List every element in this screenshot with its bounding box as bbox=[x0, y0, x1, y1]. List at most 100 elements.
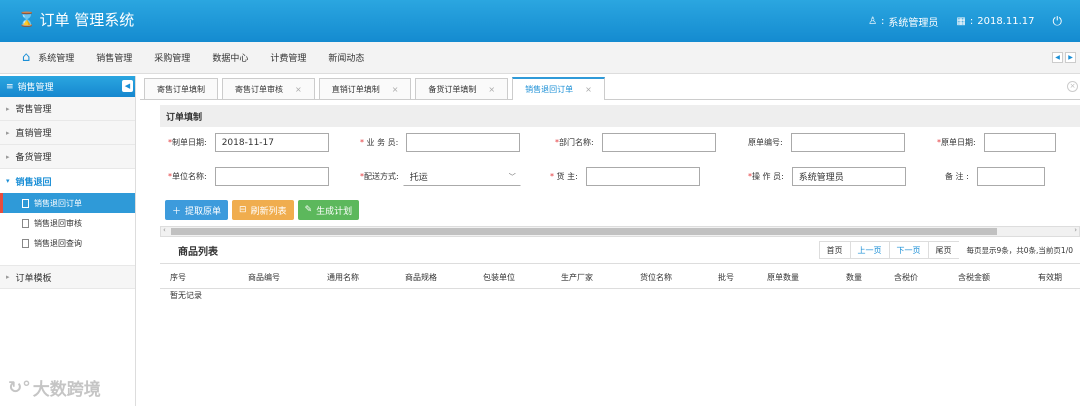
file-icon bbox=[22, 198, 29, 208]
column-header[interactable]: 批号 bbox=[718, 272, 734, 283]
scroll-left-icon[interactable]: ‹ bbox=[163, 226, 166, 234]
delivery-field: *配送方式: 托运 ﹀ bbox=[360, 167, 521, 186]
orig-no-input[interactable] bbox=[790, 133, 905, 152]
page-prev-button[interactable]: 上一页 bbox=[849, 241, 890, 259]
department-field: *部门名称: bbox=[555, 133, 716, 152]
nav-item-system[interactable]: 系统管理 bbox=[38, 51, 74, 64]
home-icon[interactable]: ⌂ bbox=[22, 50, 30, 65]
column-header[interactable]: 原单数量 bbox=[767, 272, 799, 283]
app-logo: ⌛ 订单 管理系统 bbox=[18, 9, 134, 30]
list-header: 商品列表 首页 上一页 下一页 尾页 每页显示9条，共0条,当前页1/0 bbox=[160, 237, 1080, 263]
sidebar-subitem-return-query[interactable]: 销售退回查询 bbox=[0, 233, 135, 253]
calendar-icon: ▦ bbox=[956, 15, 966, 27]
column-header[interactable]: 商品规格 bbox=[405, 272, 437, 283]
column-header[interactable]: 含税价 bbox=[894, 272, 918, 283]
close-all-tabs-icon[interactable]: × bbox=[1067, 81, 1078, 92]
salesman-input[interactable] bbox=[406, 133, 521, 152]
tab-stock-fill[interactable]: 备货订单填制 × bbox=[415, 78, 509, 99]
hourglass-icon: ⌛ bbox=[18, 11, 36, 28]
nav-item-sales[interactable]: 销售管理 bbox=[96, 51, 132, 64]
nav-scroll-left-icon[interactable]: ◀ bbox=[1052, 52, 1063, 63]
tab-bar: 寄售订单填制 寄售订单审核 × 直销订单填制 × 备货订单填制 × 销售退回订单… bbox=[140, 76, 1080, 100]
column-header[interactable]: 商品编号 bbox=[248, 272, 280, 283]
nav-item-billing[interactable]: 计费管理 bbox=[270, 51, 306, 64]
column-header[interactable]: 序号 bbox=[170, 272, 186, 283]
sidebar-item-order-template[interactable]: ▸ 订单模板 bbox=[0, 265, 135, 289]
fetch-original-button[interactable]: ＋ 提取原单 bbox=[165, 200, 229, 220]
sidebar-item-sales-return[interactable]: ▾ 销售退回 bbox=[0, 169, 135, 193]
page-next-button[interactable]: 下一页 bbox=[888, 241, 929, 259]
main-content: 订单填制 *制单日期: 2018-11-17 * 业 务 员: *部门名称: 原… bbox=[160, 105, 1080, 406]
owner-input[interactable] bbox=[585, 167, 700, 186]
generate-plan-button[interactable]: ✎ 生成计划 bbox=[297, 200, 360, 220]
column-header[interactable]: 通用名称 bbox=[327, 272, 359, 283]
close-icon[interactable]: × bbox=[585, 85, 592, 94]
sidebar-title: 销售管理 bbox=[17, 83, 54, 93]
watermark-logo-icon: ↻° bbox=[8, 377, 31, 398]
page-first-button[interactable]: 首页 bbox=[818, 241, 851, 259]
form-row-2: *单位名称: *配送方式: 托运 ﹀ * 货 主: *操 作 员: 系统管理员 … bbox=[160, 161, 1080, 195]
unit-name-input[interactable] bbox=[214, 167, 329, 186]
collapse-sidebar-icon[interactable]: ◀ bbox=[122, 80, 133, 92]
chevron-down-icon: ▾ bbox=[6, 177, 10, 185]
horizontal-scrollbar[interactable]: ‹ › bbox=[160, 226, 1080, 237]
nav-item-news[interactable]: 新闻动态 bbox=[328, 51, 364, 64]
refresh-list-button[interactable]: ⊟ 刷新列表 bbox=[232, 200, 294, 220]
operator-input[interactable]: 系统管理员 bbox=[791, 167, 906, 186]
order-date-input[interactable]: 2018-11-17 bbox=[214, 133, 329, 152]
column-header[interactable]: 含税金额 bbox=[958, 272, 990, 283]
top-nav: ⌂ 系统管理 销售管理 采购管理 数据中心 计费管理 新闻动态 ◀ ▶ bbox=[0, 42, 1080, 74]
column-header[interactable]: 包装单位 bbox=[483, 272, 515, 283]
user-icon: ♙ bbox=[868, 15, 878, 27]
watermark: ↻° 大数跨境 bbox=[8, 377, 101, 401]
table-header: 序号 商品编号 通用名称 商品规格 包装单位 生产厂家 货位名称 批号 原单数量… bbox=[160, 263, 1080, 289]
current-user[interactable]: ♙ : 系统管理员 bbox=[868, 14, 938, 29]
sidebar-item-stock[interactable]: ▸ 备货管理 bbox=[0, 145, 135, 169]
sidebar-subitem-return-order[interactable]: 销售退回订单 bbox=[0, 193, 135, 213]
orig-date-input[interactable] bbox=[983, 133, 1056, 152]
tab-sales-return-order[interactable]: 销售退回订单 × bbox=[512, 77, 605, 100]
column-header[interactable]: 数量 bbox=[846, 272, 862, 283]
plus-icon: ＋ bbox=[172, 206, 182, 217]
column-header[interactable]: 生产厂家 bbox=[561, 272, 593, 283]
orig-no-field: 原单编号: bbox=[748, 133, 905, 152]
action-buttons: ＋ 提取原单 ⊟ 刷新列表 ✎ 生成计划 bbox=[160, 195, 1080, 225]
nav-item-purchase[interactable]: 采购管理 bbox=[154, 51, 190, 64]
app-title: 订单 管理系统 bbox=[39, 11, 135, 29]
tab-direct-fill[interactable]: 直销订单填制 × bbox=[318, 78, 412, 99]
user-label: : bbox=[881, 15, 885, 27]
sidebar: ≡ 销售管理 ◀ ▸ 寄售管理 ▸ 直销管理 ▸ 备货管理 ▾ 销售退回 销售退… bbox=[0, 76, 136, 406]
close-icon[interactable]: × bbox=[295, 85, 302, 94]
remark-input[interactable] bbox=[976, 167, 1045, 186]
refresh-icon: ⊟ bbox=[239, 205, 247, 215]
list-icon: ≡ bbox=[6, 81, 14, 92]
current-date: ▦ : 2018.11.17 bbox=[956, 15, 1035, 27]
power-icon[interactable]: ⏻ bbox=[1053, 14, 1063, 29]
date-value: 2018.11.17 bbox=[977, 15, 1035, 27]
sidebar-item-direct-sales[interactable]: ▸ 直销管理 bbox=[0, 121, 135, 145]
chevron-right-icon: ▸ bbox=[6, 152, 10, 161]
tab-consignment-review[interactable]: 寄售订单审核 × bbox=[222, 78, 315, 99]
nav-scroll-right-icon[interactable]: ▶ bbox=[1065, 52, 1076, 63]
column-header[interactable]: 有效期 bbox=[1038, 272, 1062, 283]
delivery-select[interactable]: 托运 ﹀ bbox=[402, 167, 521, 186]
chevron-down-icon: ﹀ bbox=[508, 172, 516, 181]
user-name: 系统管理员 bbox=[888, 17, 939, 29]
department-input[interactable] bbox=[601, 133, 716, 152]
sidebar-item-consignment[interactable]: ▸ 寄售管理 bbox=[0, 97, 135, 121]
owner-field: * 货 主: bbox=[550, 167, 700, 186]
sidebar-subitem-return-review[interactable]: 销售退回审核 bbox=[0, 213, 135, 233]
tab-consignment-fill[interactable]: 寄售订单填制 bbox=[144, 78, 218, 99]
empty-state: 暂无记录 bbox=[170, 291, 202, 300]
close-icon[interactable]: × bbox=[488, 85, 495, 94]
nav-item-data[interactable]: 数据中心 bbox=[212, 51, 248, 64]
scroll-right-icon[interactable]: › bbox=[1074, 226, 1077, 234]
column-header[interactable]: 货位名称 bbox=[640, 272, 672, 283]
scrollbar-thumb[interactable] bbox=[171, 228, 997, 235]
section-title: 订单填制 bbox=[160, 105, 1080, 127]
edit-icon: ✎ bbox=[304, 205, 313, 215]
sidebar-header: ≡ 销售管理 ◀ bbox=[0, 76, 135, 97]
order-date-field: *制单日期: 2018-11-17 bbox=[168, 133, 329, 152]
close-icon[interactable]: × bbox=[392, 85, 399, 94]
page-last-button[interactable]: 尾页 bbox=[927, 241, 960, 259]
